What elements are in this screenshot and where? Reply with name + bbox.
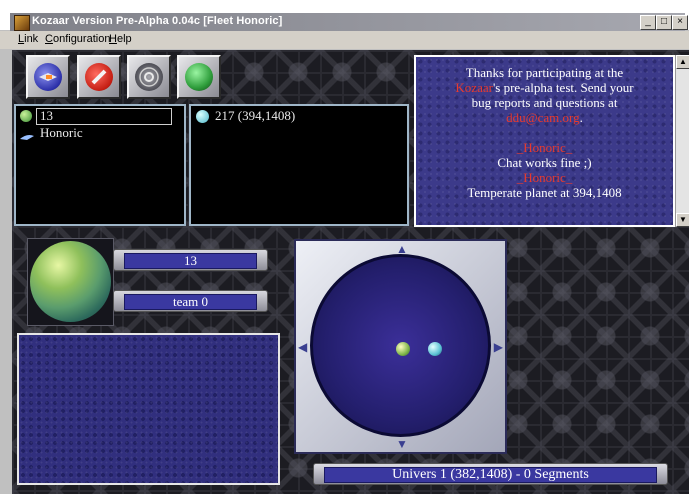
fleet-selected-outline [36,108,172,125]
close-button[interactable]: × [672,15,688,30]
status-text: Univers 1 (382,1408) - 0 Segments [324,467,657,483]
message-line-3: bug reports and questions at [471,95,618,110]
ship-icon [19,128,35,140]
contact-email-link[interactable]: ddu@cam.org [506,110,579,125]
menu-item-link[interactable]: Link [18,33,38,45]
planet-button[interactable] [177,55,221,99]
message-line-4: ddu@cam.org. [420,110,669,125]
no-entry-icon [85,63,113,91]
message-line-2: Kozaar's pre-alpha test. Send your [420,80,669,95]
scroll-up-arrow-icon[interactable]: ▲ [676,55,689,69]
planet-team-value: team 0 [124,294,257,310]
globe-icon [185,63,213,91]
pan-right-arrow-icon[interactable]: ▶ [494,341,503,353]
game-name-highlight: Kozaar [455,80,493,95]
app-window: Kozaar Version Pre-Alpha 0.04c [Fleet Ho… [0,0,689,494]
app-icon [14,15,30,31]
chat-message-1: Chat works fine ;) [497,155,592,170]
message-scrollbar[interactable]: ▲ ▼ [675,55,689,227]
menu-item-help[interactable]: Help [109,33,132,45]
chat-message-box: Thanks for participating at the Kozaar's… [414,55,675,227]
cancel-action-button[interactable] [77,55,121,99]
details-panel [17,333,280,485]
pan-up-arrow-icon[interactable]: ▲ [396,243,408,255]
pan-left-arrow-icon[interactable]: ◀ [298,341,307,353]
space-viewer[interactable]: ▲ ▼ ◀ ▶ [294,239,507,454]
fleet-list-item-honoric[interactable]: Honoric [40,125,83,141]
blue-planet-icon [196,110,209,123]
window-title: Kozaar Version Pre-Alpha 0.04c [Fleet Ho… [32,15,283,27]
fleet-icon [34,63,62,91]
message-line-1: Thanks for participating at the [465,65,624,80]
planet-preview-image [30,241,111,322]
planet-preview-frame [27,238,114,326]
radar-icon [135,63,163,91]
planet-team-field: team 0 [113,290,268,312]
planet-list-item[interactable]: 217 (394,1408) [215,108,295,124]
fleet-button[interactable] [26,55,70,99]
maximize-button[interactable]: □ [656,15,672,30]
chat-message-2: Temperate planet at 394,1408 [467,185,622,200]
green-planet-icon [20,110,32,122]
fleet-list-panel: 13 Honoric [14,104,186,226]
chat-sender-2: _Honoric_ [516,170,573,185]
title-bar: Kozaar Version Pre-Alpha 0.04c [Fleet Ho… [0,0,689,31]
message-line-4-text: . [579,110,583,125]
pan-down-arrow-icon[interactable]: ▼ [396,438,408,450]
scroll-down-arrow-icon[interactable]: ▼ [676,213,689,227]
radar-button[interactable] [127,55,171,99]
fleet-list-item-13[interactable]: 13 [40,108,53,124]
status-bar: Univers 1 (382,1408) - 0 Segments [313,463,668,485]
menu-item-configuration[interactable]: Configuration [45,33,110,45]
viewer-blue-planet[interactable] [428,342,442,356]
minimize-button[interactable]: _ [640,15,656,30]
menu-bar: Link Configuration Help [0,31,689,49]
chat-sender-1: _Honoric_ [516,140,573,155]
planet-id-value: 13 [124,253,257,269]
viewer-green-planet[interactable] [396,342,410,356]
planet-id-field: 13 [113,249,268,271]
message-line-2-text: 's pre-alpha test. Send your [492,80,634,95]
planet-list-panel: 217 (394,1408) [189,104,409,226]
